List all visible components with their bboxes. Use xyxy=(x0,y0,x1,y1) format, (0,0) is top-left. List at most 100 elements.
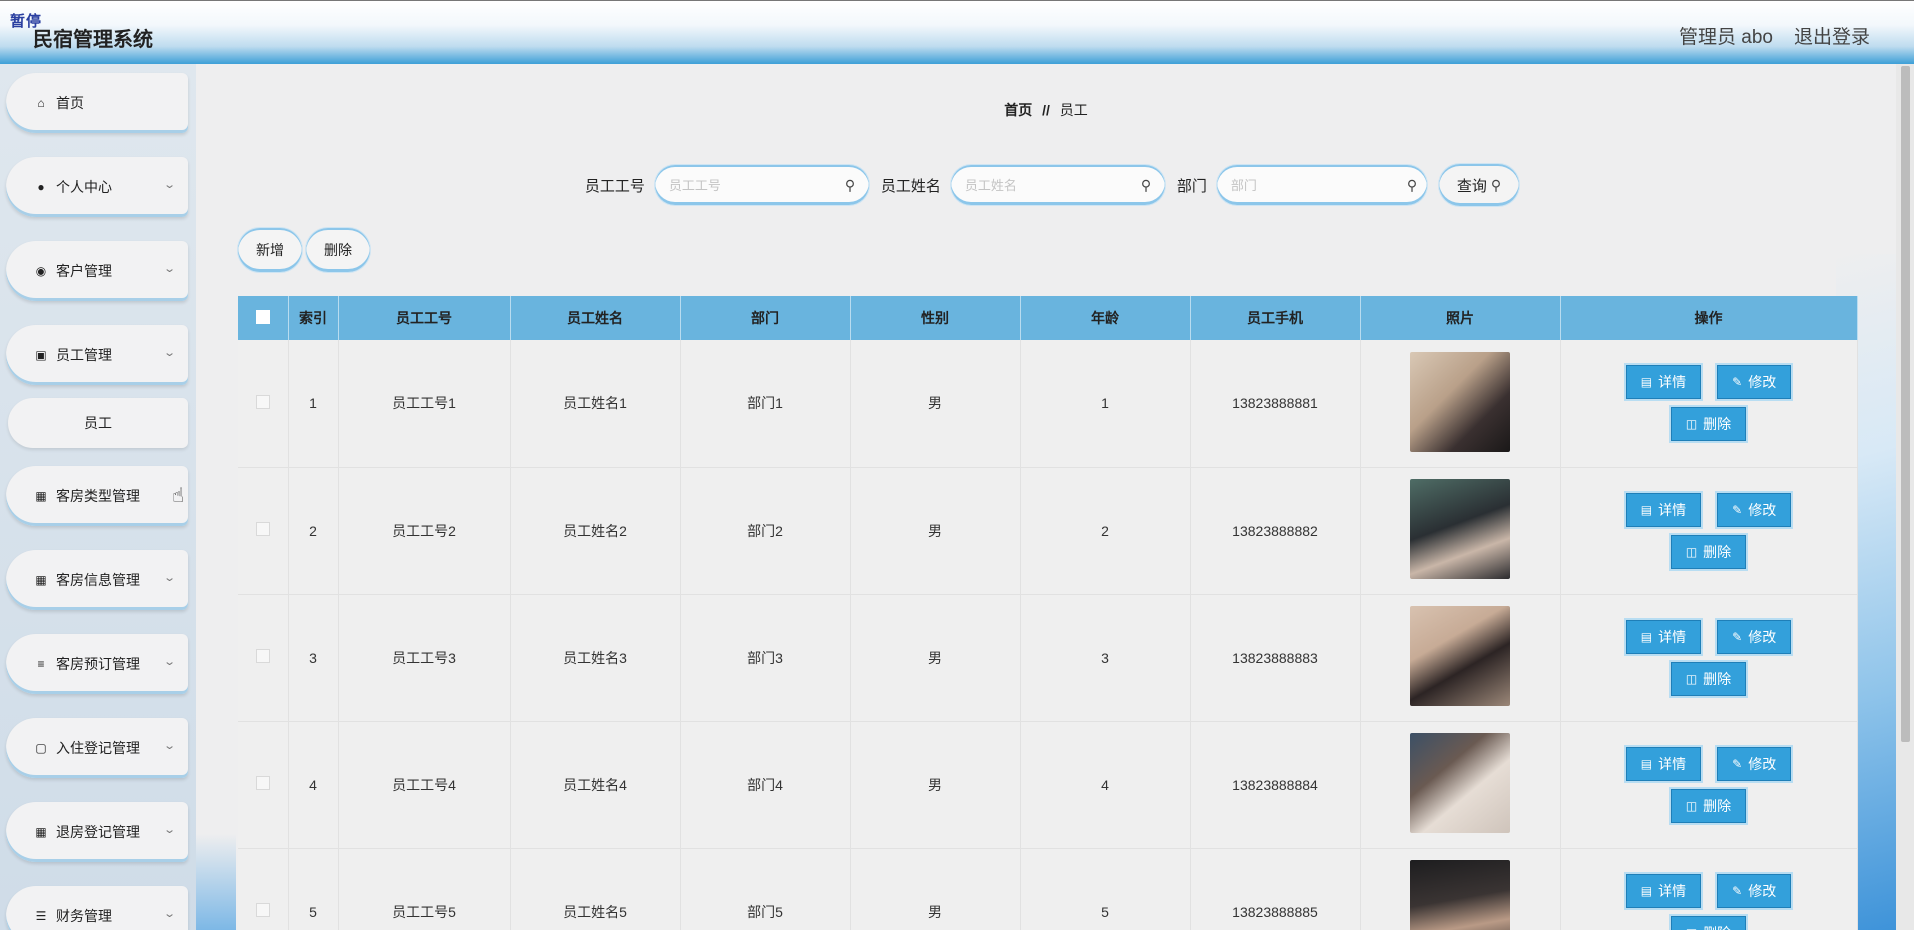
sidebar-item-home[interactable]: ⌂ 首页 xyxy=(6,73,188,133)
table-row: 5 员工工号5 员工姓名5 部门5 男 5 13823888885 ▤ 详情 ✎ 修… xyxy=(238,848,1858,930)
search-icon: ⚲ xyxy=(1490,176,1502,193)
employee-photo xyxy=(1410,479,1510,579)
chevron-down-icon: ⌄ xyxy=(162,572,176,584)
gender-cell: 男 xyxy=(850,340,1021,468)
emp-no-cell: 员工工号4 xyxy=(338,721,511,849)
emp-name-input[interactable] xyxy=(964,177,1141,193)
column-header: 员工手机 xyxy=(1190,296,1361,340)
emp-no-input[interactable] xyxy=(668,177,845,193)
query-button-label: 查询 xyxy=(1456,177,1487,195)
dept-label: 部门 xyxy=(1176,177,1207,195)
emp-no-field[interactable]: ⚲ xyxy=(654,165,869,205)
edit-button[interactable]: ✎ 修改 xyxy=(1717,746,1792,781)
dept-cell: 部门2 xyxy=(680,467,851,595)
detail-button[interactable]: ▤ 详情 xyxy=(1625,619,1702,654)
sidebar-item-room-info[interactable]: ▦ 客房信息管理 ⌄ xyxy=(6,550,188,610)
chevron-down-icon: ⌄ xyxy=(162,740,176,752)
row-select-cell[interactable] xyxy=(238,721,289,849)
scrollbar-thumb[interactable] xyxy=(1901,66,1910,742)
emp-name-cell: 员工姓名3 xyxy=(510,594,681,722)
detail-button[interactable]: ▤ 详情 xyxy=(1625,873,1702,908)
emp-name-cell: 员工姓名1 xyxy=(510,340,681,468)
row-delete-button[interactable]: ◫ 删除 xyxy=(1670,915,1747,930)
row-select-cell[interactable] xyxy=(238,467,289,595)
edit-label: 修改 xyxy=(1748,628,1777,645)
sidebar-item-personal-center[interactable]: ● 个人中心 ⌄ xyxy=(6,157,188,217)
sidebar-item-checkin[interactable]: ▢ 入住登记管理 ⌄ xyxy=(6,718,188,778)
briefcase-icon: ▢ xyxy=(35,741,47,755)
operations-cell: ▤ 详情 ✎ 修改 ◫ 删除 xyxy=(1560,467,1858,595)
trash-icon: ◫ xyxy=(1685,798,1698,813)
phone-cell: 13823888885 xyxy=(1190,848,1361,930)
breadcrumb: 首页 // 员工 xyxy=(196,100,1896,120)
detail-button[interactable]: ▤ 详情 xyxy=(1625,492,1702,527)
query-button[interactable]: 查询 ⚲ xyxy=(1438,164,1520,206)
document-icon: ▤ xyxy=(1640,375,1653,390)
main-content: 首页 // 员工 员工工号 ⚲ 员工姓名 ⚲ 部门 ⚲ 查询 ⚲ 新增 删除 xyxy=(196,64,1896,930)
delete-selected-button[interactable]: 删除 xyxy=(306,228,370,272)
row-select-cell[interactable] xyxy=(238,594,289,722)
sidebar-item-checkout[interactable]: ▦ 退房登记管理 ⌄ xyxy=(6,802,188,862)
row-delete-button[interactable]: ◫ 删除 xyxy=(1670,534,1747,569)
phone-cell: 13823888883 xyxy=(1190,594,1361,722)
vertical-scrollbar[interactable] xyxy=(1896,64,1914,930)
age-cell: 1 xyxy=(1020,340,1191,468)
row-checkbox[interactable] xyxy=(255,394,270,409)
edit-button[interactable]: ✎ 修改 xyxy=(1717,492,1792,527)
row-checkbox[interactable] xyxy=(255,649,270,663)
select-all-cell[interactable] xyxy=(238,296,289,340)
employee-photo xyxy=(1410,606,1510,706)
row-delete-button[interactable]: ◫ 删除 xyxy=(1670,661,1747,696)
edit-button[interactable]: ✎ 修改 xyxy=(1717,365,1792,400)
row-checkbox[interactable] xyxy=(255,776,270,790)
document-icon: ▤ xyxy=(1640,756,1653,771)
detail-label: 详情 xyxy=(1658,882,1687,899)
sidebar-item-room-booking[interactable]: ≡ 客房预订管理 ⌄ xyxy=(6,634,188,694)
document-icon: ▤ xyxy=(1640,883,1653,898)
operations-cell: ▤ 详情 ✎ 修改 ◫ 删除 xyxy=(1560,721,1858,849)
logout-link[interactable]: 退出登录 xyxy=(1794,22,1870,49)
detail-button[interactable]: ▤ 详情 xyxy=(1625,365,1702,400)
decorative-background xyxy=(196,834,236,930)
add-button[interactable]: 新增 xyxy=(238,228,302,272)
edit-button[interactable]: ✎ 修改 xyxy=(1717,619,1792,654)
sidebar-item-finance[interactable]: ☰ 财务管理 ⌄ xyxy=(6,886,188,930)
detail-label: 详情 xyxy=(1658,755,1687,772)
edit-label: 修改 xyxy=(1748,882,1777,899)
breadcrumb-home[interactable]: 首页 xyxy=(1004,102,1032,118)
detail-label: 详情 xyxy=(1658,501,1687,518)
app-title: 民宿管理系统 xyxy=(33,29,153,51)
trash-icon: ◫ xyxy=(1685,417,1698,432)
row-checkbox[interactable] xyxy=(255,522,270,536)
trash-icon: ◫ xyxy=(1686,926,1697,930)
sidebar-item-label: 退房登记管理 xyxy=(56,824,140,840)
menu-icon: ☰ xyxy=(35,909,47,923)
pencil-icon: ✎ xyxy=(1732,756,1743,771)
row-select-cell[interactable] xyxy=(238,340,289,468)
sidebar-item-employees[interactable]: ▣ 员工管理 ⌄ xyxy=(6,325,188,385)
emp-no-cell: 员工工号5 xyxy=(338,848,511,930)
table-row: 1 员工工号1 员工姓名1 部门1 男 1 13823888881 ▤ 详情 ✎ 修… xyxy=(238,340,1858,468)
hand-cursor-icon: ☝ xyxy=(172,485,185,507)
chevron-up-icon: ⌄ xyxy=(162,347,176,359)
column-header: 员工姓名 xyxy=(510,296,681,340)
dept-input[interactable] xyxy=(1230,177,1407,193)
row-delete-button[interactable]: ◫ 删除 xyxy=(1670,788,1747,823)
sidebar-subitem-employee[interactable]: 员工 xyxy=(8,398,188,448)
emp-no-cell: 员工工号2 xyxy=(338,467,511,595)
detail-button[interactable]: ▤ 详情 xyxy=(1625,746,1702,781)
phone-cell: 13823888881 xyxy=(1190,340,1361,468)
row-delete-button[interactable]: ◫ 删除 xyxy=(1670,407,1747,442)
dept-field[interactable]: ⚲ xyxy=(1216,165,1427,205)
sidebar-item-customers[interactable]: ◉ 客户管理 ⌄ xyxy=(6,241,188,301)
sidebar-item-room-types[interactable]: ▦ 客房类型管理 xyxy=(6,466,188,526)
row-select-cell[interactable] xyxy=(238,848,289,930)
emp-name-field[interactable]: ⚲ xyxy=(950,165,1165,205)
chevron-down-icon: ⌄ xyxy=(162,824,176,836)
select-all-checkbox[interactable] xyxy=(255,309,270,324)
sidebar-item-label: 客房预订管理 xyxy=(56,656,140,672)
row-checkbox[interactable] xyxy=(255,903,270,917)
edit-button[interactable]: ✎ 修改 xyxy=(1717,873,1792,908)
sidebar-subitem-label: 员工 xyxy=(84,415,112,431)
gender-cell: 男 xyxy=(850,848,1021,930)
